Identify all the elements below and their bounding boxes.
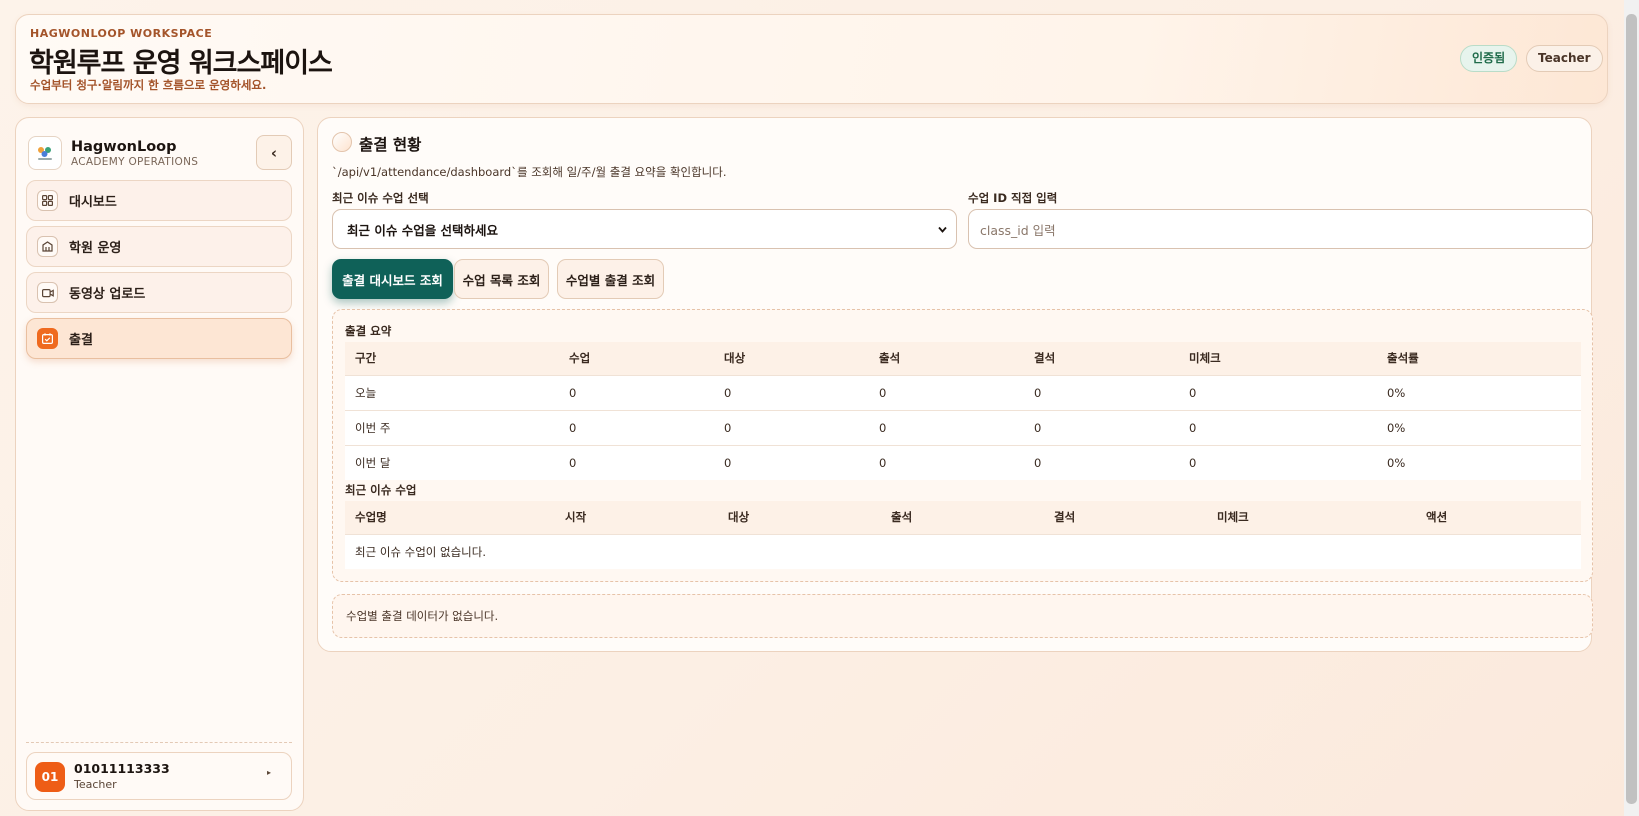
workspace-eyebrow: HAGWONLOOP WORKSPACE <box>30 27 213 40</box>
dashboard-icon <box>37 190 58 211</box>
panel-title: 출결 현황 <box>359 136 422 154</box>
class-list-button[interactable]: 수업 목록 조회 <box>454 259 549 299</box>
summary-label: 출결 요약 <box>345 324 392 338</box>
table-header-row: 구간 수업 대상 출석 결석 미체크 출석률 <box>345 342 1581 375</box>
table-cell: 0% <box>1377 444 1581 480</box>
attendance-by-class-button[interactable]: 수업별 출결 조회 <box>557 259 664 299</box>
table-cell: 오늘 <box>345 374 559 410</box>
table-cell: 0 <box>714 444 869 480</box>
panel-description: `/api/v1/attendance/dashboard`를 조회해 일/주/… <box>332 165 727 179</box>
table-cell: 0 <box>714 374 869 410</box>
table-cell: 0 <box>869 444 1024 480</box>
table-cell: 0 <box>869 409 1024 445</box>
recent-issues-table: 수업명 시작 대상 출석 결석 미체크 액션 최근 이슈 수업이 없습니다. <box>345 501 1581 569</box>
column-header: 수업명 <box>345 501 555 534</box>
sidebar: HagwonLoop ACADEMY OPERATIONS ‹ 대시보드 학원 … <box>15 117 304 811</box>
sidebar-item-dashboard[interactable]: 대시보드 <box>26 180 292 221</box>
table-cell: 0 <box>1024 444 1179 480</box>
column-header: 수업 <box>559 342 714 375</box>
building-icon <box>37 236 58 257</box>
table-cell: 0 <box>714 409 869 445</box>
summary-table: 구간 수업 대상 출석 결석 미체크 출석률 오늘 0 0 0 0 0 0% 이… <box>345 342 1581 480</box>
column-header: 출석 <box>869 342 1024 375</box>
sidebar-item-label: 출결 <box>69 333 93 348</box>
column-header: 시작 <box>555 501 718 534</box>
sidebar-item-label: 대시보드 <box>69 195 117 210</box>
table-cell: 0% <box>1377 374 1581 410</box>
table-cell: 0% <box>1377 409 1581 445</box>
class-id-input[interactable]: class_id 입력 <box>968 209 1593 249</box>
recent-class-select-label: 최근 이슈 수업 선택 <box>332 191 429 205</box>
sidebar-item-attendance[interactable]: 출결 <box>26 318 292 359</box>
user-role: Teacher <box>74 778 117 791</box>
column-header: 미체크 <box>1179 342 1377 375</box>
table-cell: 0 <box>559 374 714 410</box>
table-cell: 0 <box>1179 409 1377 445</box>
empty-state-message: 최근 이슈 수업이 없습니다. <box>345 533 1581 569</box>
caret-right-icon: ▸ <box>267 768 272 777</box>
sidebar-item-video-upload[interactable]: 동영상 업로드 <box>26 272 292 313</box>
recent-class-select[interactable]: 최근 이슈 수업을 선택하세요 <box>332 209 957 249</box>
column-header: 미체크 <box>1207 501 1416 534</box>
chevron-down-icon <box>937 223 948 238</box>
verified-badge: 인증됨 <box>1460 45 1518 72</box>
brand-tagline: ACADEMY OPERATIONS <box>71 156 199 168</box>
scrollbar-thumb[interactable] <box>1626 14 1637 804</box>
table-cell: 이번 주 <box>345 409 559 445</box>
table-cell: 0 <box>1179 374 1377 410</box>
table-cell: 0 <box>1024 409 1179 445</box>
brand-name: HagwonLoop <box>71 139 177 155</box>
sidebar-item-label: 동영상 업로드 <box>69 287 146 302</box>
table-cell: 0 <box>559 444 714 480</box>
column-header: 결석 <box>1044 501 1207 534</box>
table-cell: 0 <box>1179 444 1377 480</box>
column-header: 액션 <box>1416 501 1581 534</box>
recent-class-select-value: 최근 이슈 수업을 선택하세요 <box>347 222 499 238</box>
table-cell: 이번 달 <box>345 444 559 480</box>
table-cell: 0 <box>1024 374 1179 410</box>
user-menu[interactable]: 01 01011113333 Teacher ▸ <box>26 752 292 800</box>
table-header-row: 수업명 시작 대상 출석 결석 미체크 액션 <box>345 501 1581 534</box>
column-header: 구간 <box>345 342 559 375</box>
column-header: 출석 <box>881 501 1044 534</box>
sidebar-item-label: 학원 운영 <box>69 241 122 256</box>
class-id-input-label: 수업 ID 직접 입력 <box>968 191 1058 205</box>
attendance-dashboard-button[interactable]: 출결 대시보드 조회 <box>332 259 453 299</box>
table-row: 이번 달 0 0 0 0 0 0% <box>345 444 1581 480</box>
column-header: 대상 <box>718 501 881 534</box>
role-badge: Teacher <box>1526 45 1603 72</box>
collapse-sidebar-button[interactable]: ‹ <box>256 135 292 170</box>
attendance-panel: 출결 현황 `/api/v1/attendance/dashboard`를 조회… <box>317 117 1593 652</box>
panel-status-dot <box>332 132 352 152</box>
column-header: 대상 <box>714 342 869 375</box>
page-subtitle: 수업부터 청구·알림까지 한 흐름으로 운영하세요. <box>30 78 267 92</box>
calendar-check-icon <box>37 328 58 349</box>
avatar: 01 <box>35 762 65 792</box>
page-scrollbar[interactable] <box>1624 0 1639 816</box>
recent-issues-label: 최근 이슈 수업 <box>345 483 417 497</box>
table-row: 오늘 0 0 0 0 0 0% <box>345 374 1581 410</box>
brand-logo <box>28 136 62 170</box>
column-header: 결석 <box>1024 342 1179 375</box>
page-title: 학원루프 운영 워크스페이스 <box>29 48 333 79</box>
table-row: 이번 주 0 0 0 0 0 0% <box>345 409 1581 445</box>
sidebar-divider <box>26 742 292 743</box>
table-cell: 0 <box>559 409 714 445</box>
attendance-summary-section: 출결 요약 구간 수업 대상 출석 결석 미체크 출석률 오늘 0 0 0 0 … <box>332 309 1593 582</box>
table-row: 최근 이슈 수업이 없습니다. <box>345 533 1581 569</box>
video-icon <box>37 282 58 303</box>
sidebar-item-academy-operations[interactable]: 학원 운영 <box>26 226 292 267</box>
column-header: 출석률 <box>1377 342 1581 375</box>
attendance-by-class-empty: 수업별 출결 데이터가 없습니다. <box>332 594 1593 638</box>
user-phone: 01011113333 <box>74 761 170 776</box>
table-cell: 0 <box>869 374 1024 410</box>
workspace-header: HAGWONLOOP WORKSPACE 학원루프 운영 워크스페이스 수업부터… <box>15 14 1608 104</box>
